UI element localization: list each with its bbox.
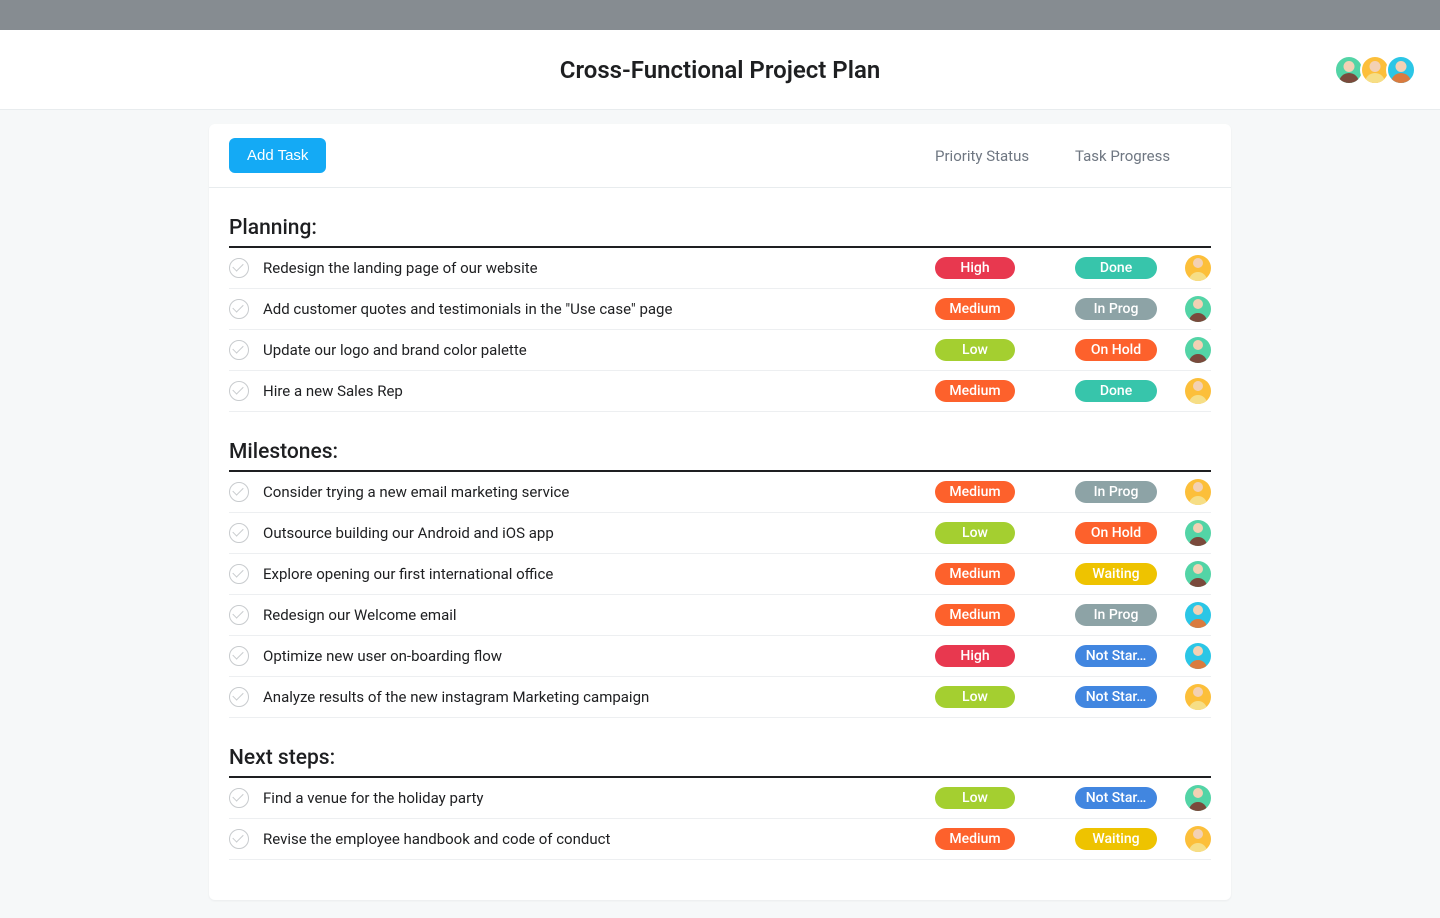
window-top-bar: [0, 0, 1440, 30]
assignee-avatar[interactable]: [1185, 337, 1211, 363]
task-title[interactable]: Explore opening our first international …: [263, 565, 935, 583]
page-title: Cross-Functional Project Plan: [560, 56, 881, 84]
check-icon[interactable]: [229, 829, 249, 849]
task-title[interactable]: Outsource building our Android and iOS a…: [263, 524, 935, 542]
col-header-progress[interactable]: Task Progress: [1075, 147, 1211, 165]
priority-pill[interactable]: Medium: [935, 563, 1015, 585]
progress-pill[interactable]: Not Star…: [1075, 686, 1157, 708]
task-title[interactable]: Consider trying a new email marketing se…: [263, 483, 935, 501]
assignee-avatar[interactable]: [1185, 643, 1211, 669]
task-row[interactable]: Redesign our Welcome emailMedium In Prog: [229, 595, 1211, 636]
content-wrap: Add Task Priority Status Task Progress P…: [0, 110, 1440, 900]
check-icon[interactable]: [229, 381, 249, 401]
progress-pill[interactable]: Done: [1075, 257, 1157, 279]
assignee-avatar[interactable]: [1185, 479, 1211, 505]
priority-pill[interactable]: Low: [935, 686, 1015, 708]
priority-pill[interactable]: Medium: [935, 380, 1015, 402]
progress-pill[interactable]: On Hold: [1075, 522, 1157, 544]
priority-pill[interactable]: Low: [935, 339, 1015, 361]
task-title[interactable]: Redesign the landing page of our website: [263, 259, 935, 277]
progress-pill[interactable]: On Hold: [1075, 339, 1157, 361]
check-icon[interactable]: [229, 788, 249, 808]
assignee-avatar[interactable]: [1185, 684, 1211, 710]
progress-pill[interactable]: In Prog: [1075, 481, 1157, 503]
section-title[interactable]: Planning:: [229, 216, 1211, 248]
task-title[interactable]: Add customer quotes and testimonials in …: [263, 300, 935, 318]
task-title[interactable]: Analyze results of the new instagram Mar…: [263, 688, 935, 706]
section-title[interactable]: Milestones:: [229, 440, 1211, 472]
check-icon[interactable]: [229, 523, 249, 543]
progress-pill[interactable]: Waiting: [1075, 563, 1157, 585]
priority-pill[interactable]: High: [935, 645, 1015, 667]
task-title[interactable]: Hire a new Sales Rep: [263, 382, 935, 400]
priority-pill[interactable]: Medium: [935, 298, 1015, 320]
avatar[interactable]: [1386, 55, 1416, 85]
task-row[interactable]: Consider trying a new email marketing se…: [229, 472, 1211, 513]
check-icon[interactable]: [229, 605, 249, 625]
task-row[interactable]: Update our logo and brand color paletteL…: [229, 330, 1211, 371]
progress-pill[interactable]: Not Star…: [1075, 787, 1157, 809]
priority-pill[interactable]: High: [935, 257, 1015, 279]
col-header-priority[interactable]: Priority Status: [935, 147, 1075, 165]
assignee-avatar[interactable]: [1185, 561, 1211, 587]
priority-pill[interactable]: Medium: [935, 604, 1015, 626]
task-row[interactable]: Redesign the landing page of our website…: [229, 248, 1211, 289]
task-row[interactable]: Hire a new Sales RepMedium Done: [229, 371, 1211, 412]
assignee-avatar[interactable]: [1185, 520, 1211, 546]
task-row[interactable]: Revise the employee handbook and code of…: [229, 819, 1211, 860]
progress-pill[interactable]: Not Star…: [1075, 645, 1157, 667]
task-title[interactable]: Redesign our Welcome email: [263, 606, 935, 624]
section: Planning:Redesign the landing page of ou…: [209, 216, 1231, 412]
priority-pill[interactable]: Low: [935, 522, 1015, 544]
priority-pill[interactable]: Low: [935, 787, 1015, 809]
avatar[interactable]: [1334, 55, 1364, 85]
section: Next steps:Find a venue for the holiday …: [209, 746, 1231, 860]
priority-pill[interactable]: Medium: [935, 481, 1015, 503]
check-icon[interactable]: [229, 687, 249, 707]
progress-pill[interactable]: Done: [1075, 380, 1157, 402]
assignee-avatar[interactable]: [1185, 602, 1211, 628]
assignee-avatar[interactable]: [1185, 255, 1211, 281]
toolbar: Add Task Priority Status Task Progress: [209, 124, 1231, 188]
assignee-avatar[interactable]: [1185, 785, 1211, 811]
section-title[interactable]: Next steps:: [229, 746, 1211, 778]
check-icon[interactable]: [229, 258, 249, 278]
task-title[interactable]: Update our logo and brand color palette: [263, 341, 935, 359]
project-card: Add Task Priority Status Task Progress P…: [209, 124, 1231, 900]
task-row[interactable]: Optimize new user on-boarding flowHigh No…: [229, 636, 1211, 677]
task-row[interactable]: Explore opening our first international …: [229, 554, 1211, 595]
task-title[interactable]: Find a venue for the holiday party: [263, 789, 935, 807]
check-icon[interactable]: [229, 482, 249, 502]
check-icon[interactable]: [229, 340, 249, 360]
check-icon[interactable]: [229, 564, 249, 584]
task-row[interactable]: Find a venue for the holiday partyLow Not…: [229, 778, 1211, 819]
task-title[interactable]: Revise the employee handbook and code of…: [263, 830, 935, 848]
page-header: Cross-Functional Project Plan: [0, 30, 1440, 110]
progress-pill[interactable]: In Prog: [1075, 604, 1157, 626]
add-task-button[interactable]: Add Task: [229, 138, 326, 173]
progress-pill[interactable]: In Prog: [1075, 298, 1157, 320]
sections-container: Planning:Redesign the landing page of ou…: [209, 216, 1231, 860]
assignee-avatar[interactable]: [1185, 378, 1211, 404]
task-row[interactable]: Analyze results of the new instagram Mar…: [229, 677, 1211, 718]
task-row[interactable]: Add customer quotes and testimonials in …: [229, 289, 1211, 330]
assignee-avatar[interactable]: [1185, 296, 1211, 322]
priority-pill[interactable]: Medium: [935, 828, 1015, 850]
avatar[interactable]: [1360, 55, 1390, 85]
task-title[interactable]: Optimize new user on-boarding flow: [263, 647, 935, 665]
header-avatars: [1338, 55, 1416, 85]
section: Milestones: Consider trying a new email m…: [209, 440, 1231, 718]
check-icon[interactable]: [229, 646, 249, 666]
progress-pill[interactable]: Waiting: [1075, 828, 1157, 850]
task-row[interactable]: Outsource building our Android and iOS a…: [229, 513, 1211, 554]
check-icon[interactable]: [229, 299, 249, 319]
assignee-avatar[interactable]: [1185, 826, 1211, 852]
column-headers: Priority Status Task Progress: [935, 147, 1211, 165]
